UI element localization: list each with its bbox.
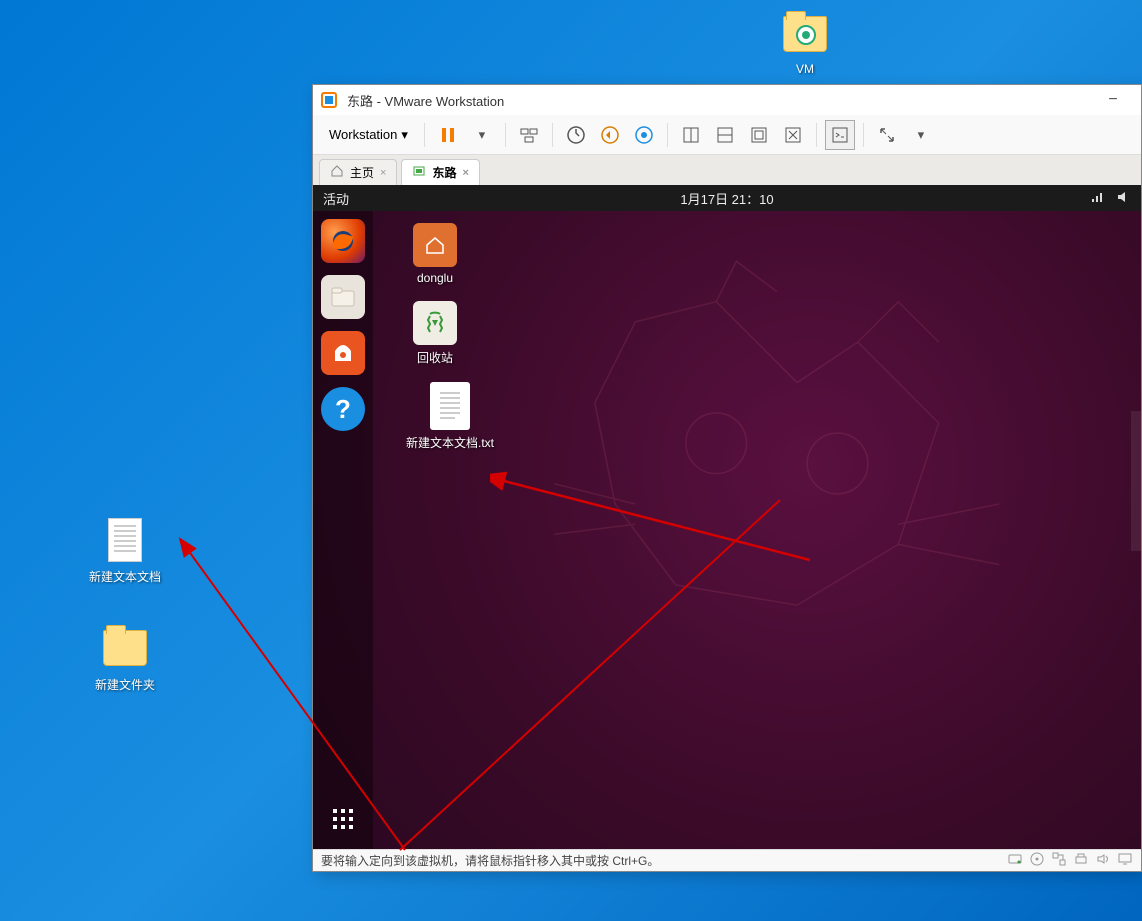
ubuntu-desktop[interactable]: donglu 回收站 新建文本文档.txt <box>373 211 1141 849</box>
separator <box>863 123 864 147</box>
folder-icon <box>101 624 149 672</box>
vmware-icon <box>321 92 337 108</box>
minimize-button[interactable]: − <box>1093 91 1133 109</box>
window-controls: − <box>1093 91 1133 109</box>
cd-icon[interactable] <box>1029 851 1045 870</box>
icon-label: 回收站 <box>385 349 485 366</box>
ubuntu-dock: ? <box>313 211 373 849</box>
folder-icon <box>781 10 829 58</box>
view-split-button[interactable] <box>710 120 740 150</box>
ubuntu-home-folder[interactable]: donglu <box>385 223 485 285</box>
desktop-folder-vm[interactable]: VM <box>760 10 850 76</box>
power-dropdown[interactable]: ▾ <box>467 120 497 150</box>
dock-software[interactable] <box>321 331 365 375</box>
status-bar: 要将输入定向到该虚拟机，请将鼠标指针移入其中或按 Ctrl+G。 <box>313 849 1141 871</box>
separator <box>505 123 506 147</box>
pause-button[interactable] <box>433 120 463 150</box>
network-icon[interactable] <box>1089 189 1105 208</box>
stretch-dropdown[interactable]: ▾ <box>906 120 936 150</box>
snapshot-button[interactable] <box>561 120 591 150</box>
separator <box>424 123 425 147</box>
view-fullscreen-button[interactable] <box>744 120 774 150</box>
dock-apps-button[interactable] <box>321 797 365 841</box>
ubuntu-desktop-area: ? donglu <box>313 211 1141 849</box>
workstation-menu[interactable]: Workstation ▾ <box>321 123 416 147</box>
harddisk-icon[interactable] <box>1007 851 1023 870</box>
view-single-button[interactable] <box>676 120 706 150</box>
tab-vm[interactable]: 东路 × <box>401 159 479 185</box>
separator <box>667 123 668 147</box>
volume-icon[interactable] <box>1115 189 1131 208</box>
clock[interactable]: 1月17日 21：10 <box>680 189 773 208</box>
icon-label: 新建文本文档.txt <box>385 434 515 451</box>
snapshot-manager-button[interactable] <box>629 120 659 150</box>
icon-label: 新建文本文档 <box>80 568 170 585</box>
tab-bar: 主页 × 东路 × <box>313 155 1141 185</box>
ubuntu-topbar: 活动 1月17日 21：10 <box>313 185 1141 211</box>
dock-help[interactable]: ? <box>321 387 365 431</box>
ubuntu-trash[interactable]: 回收站 <box>385 301 485 366</box>
icon-label: donglu <box>385 271 485 285</box>
dock-files[interactable] <box>321 275 365 319</box>
stretch-button[interactable] <box>872 120 902 150</box>
network-adapter-icon[interactable] <box>1051 851 1067 870</box>
apps-grid-icon <box>333 809 353 829</box>
close-icon[interactable]: × <box>462 167 468 179</box>
vmware-window: 东路 - VMware Workstation − Workstation ▾ … <box>312 84 1142 872</box>
printer-icon[interactable] <box>1073 851 1089 870</box>
ubuntu-textfile[interactable]: 新建文本文档.txt <box>385 382 515 451</box>
snapshot-revert-button[interactable] <box>595 120 625 150</box>
desktop-new-folder[interactable]: 新建文件夹 <box>80 624 170 693</box>
titlebar[interactable]: 东路 - VMware Workstation − <box>313 85 1141 115</box>
home-folder-icon <box>413 223 457 267</box>
icon-label: VM <box>760 62 850 76</box>
icon-label: 新建文件夹 <box>80 676 170 693</box>
trash-icon <box>413 301 457 345</box>
send-cad-button[interactable] <box>514 120 544 150</box>
home-icon <box>330 164 344 181</box>
vm-icon <box>412 164 426 181</box>
tab-home[interactable]: 主页 × <box>319 159 397 185</box>
scrollbar[interactable] <box>1131 411 1141 551</box>
activities-button[interactable]: 活动 <box>323 189 349 208</box>
window-title: 东路 - VMware Workstation <box>347 91 504 110</box>
view-unity-button[interactable] <box>778 120 808 150</box>
textfile-icon <box>101 516 149 564</box>
console-button[interactable] <box>825 120 855 150</box>
chevron-down-icon: ▾ <box>401 127 408 143</box>
desktop-textfile[interactable]: 新建文本文档 <box>80 516 170 585</box>
guest-display[interactable]: 活动 1月17日 21：10 <box>313 185 1141 849</box>
display-icon[interactable] <box>1117 851 1133 870</box>
separator <box>552 123 553 147</box>
sound-icon[interactable] <box>1095 851 1111 870</box>
dock-firefox[interactable] <box>321 219 365 263</box>
status-message: 要将输入定向到该虚拟机，请将鼠标指针移入其中或按 Ctrl+G。 <box>321 852 659 869</box>
separator <box>816 123 817 147</box>
toolbar: Workstation ▾ ▾ <box>313 115 1141 155</box>
close-icon[interactable]: × <box>380 167 386 179</box>
textfile-icon <box>430 382 470 430</box>
